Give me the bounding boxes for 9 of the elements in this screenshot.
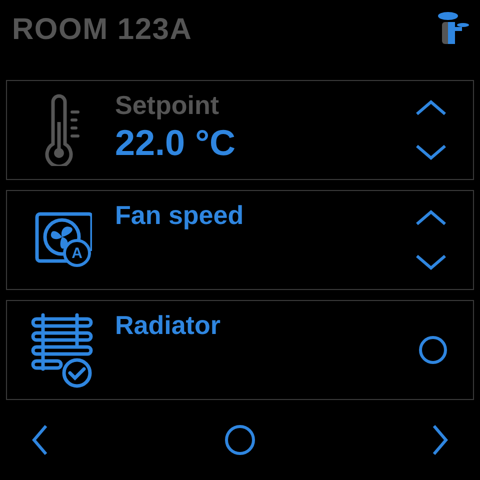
auto-badge: A [63, 239, 91, 267]
card-label: Fan speed [115, 199, 245, 231]
room-title: ROOM 123A [12, 12, 192, 48]
radiator-icon [31, 311, 95, 389]
card-label: Radiator [115, 309, 222, 341]
back-chevron-icon[interactable] [32, 424, 48, 456]
setpoint-value: 22.0 °C [115, 121, 236, 165]
forward-chevron-icon[interactable] [432, 424, 448, 456]
card-label: Setpoint [115, 89, 220, 121]
